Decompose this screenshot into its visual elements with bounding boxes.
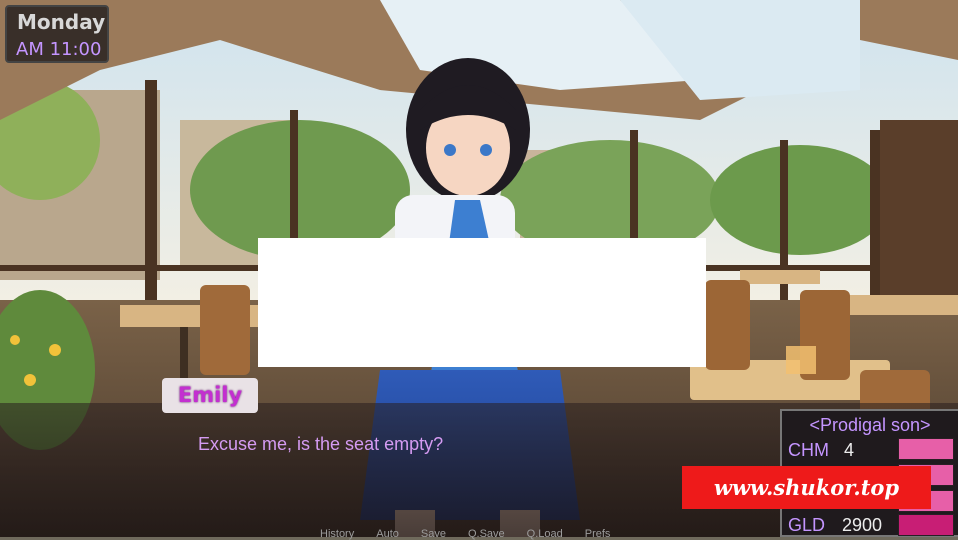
clock-label: AM 11:00 xyxy=(16,39,102,60)
quick-load-button[interactable]: Q.Load xyxy=(527,528,563,540)
stat-label-chm: CHM xyxy=(788,440,829,460)
stat-value-gld: 2900 xyxy=(842,515,883,535)
censor-box xyxy=(258,238,706,367)
stat-value-chm: 4 xyxy=(844,440,855,460)
speaker-name-box: Emily xyxy=(162,378,258,413)
save-button[interactable]: Save xyxy=(421,528,446,540)
watermark-banner: www.shukor.top xyxy=(682,466,931,509)
quick-menu: History Auto Save Q.Save Q.Load Prefs xyxy=(320,528,610,540)
auto-button[interactable]: Auto xyxy=(376,528,399,540)
stat-bar-chm xyxy=(898,438,954,460)
dialogue-text: Excuse me, is the seat empty? xyxy=(198,434,444,454)
prefs-button[interactable]: Prefs xyxy=(585,528,611,540)
quick-save-button[interactable]: Q.Save xyxy=(468,528,505,540)
stat-bar-gld xyxy=(898,514,954,536)
stat-bar-fill xyxy=(899,439,953,459)
stats-title: <Prodigal son> xyxy=(809,415,931,435)
day-label: Monday xyxy=(17,10,106,34)
history-button[interactable]: History xyxy=(320,528,354,540)
date-time-panel: Monday AM 11:00 xyxy=(5,5,109,63)
stat-label-gld: GLD xyxy=(788,515,826,535)
stat-bar-fill xyxy=(899,515,953,535)
